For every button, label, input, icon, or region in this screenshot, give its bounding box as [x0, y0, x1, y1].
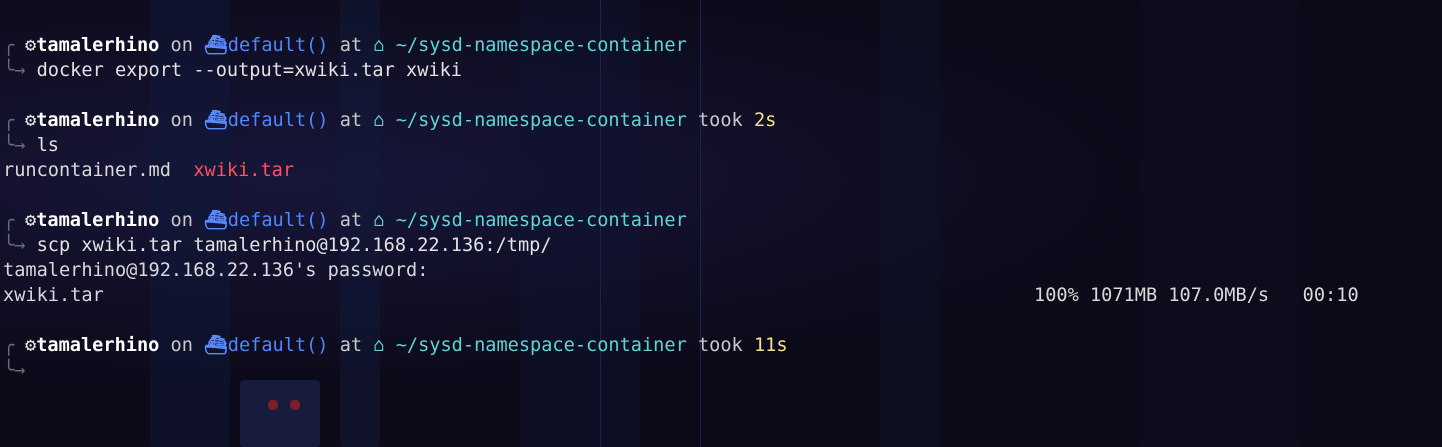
- prompt-took: took: [697, 110, 743, 131]
- prompt-path: ~/sysd-namespace-container: [395, 110, 687, 131]
- command-line: ╰→ ls: [0, 133, 1442, 158]
- command-line: ╰→ docker export --output=xwiki.tar xwik…: [0, 58, 1442, 83]
- prompt-at: at: [339, 110, 363, 131]
- ubuntu-icon: ⚙: [25, 35, 37, 56]
- prompt-user: tamalerhino: [36, 35, 160, 56]
- home-icon: ⌂: [373, 35, 385, 56]
- prompt-path: ~/sysd-namespace-container: [395, 335, 687, 356]
- prompt-context: default(): [227, 110, 329, 131]
- prompt-path: ~/sysd-namespace-container: [395, 210, 687, 231]
- prompt-corner-top: ╭: [3, 210, 15, 231]
- transfer-progress: 100% 1071MB 107.0MB/s 00:10: [1034, 285, 1359, 306]
- prompt-on: on: [170, 110, 193, 131]
- prompt-context: default(): [227, 35, 329, 56]
- archive-file-name: xwiki.tar: [193, 160, 295, 181]
- prompt-corner-bottom: ╰→: [3, 60, 26, 81]
- docker-ship-icon: ⛴: [204, 35, 228, 56]
- transfer-file-name: xwiki.tar: [3, 285, 104, 306]
- prompt-line: ╭ ⚙tamalerhino on ⛴default() at ⌂ ~/sysd-…: [0, 33, 1442, 58]
- command-text: docker export --output=xwiki.tar xwiki: [36, 60, 462, 81]
- prompt-path: ~/sysd-namespace-container: [395, 35, 687, 56]
- active-command-line[interactable]: ╰→: [0, 358, 1442, 383]
- command-text: scp xwiki.tar tamalerhino@192.168.22.136…: [36, 235, 552, 256]
- prompt-took: took: [697, 335, 743, 356]
- password-prompt-line: tamalerhino@192.168.22.136's password:: [0, 258, 1442, 283]
- home-icon: ⌂: [373, 110, 385, 131]
- prompt-user: tamalerhino: [36, 210, 160, 231]
- docker-ship-icon: ⛴: [204, 335, 228, 356]
- ubuntu-icon: ⚙: [25, 110, 37, 131]
- docker-ship-icon: ⛴: [204, 210, 228, 231]
- prompt-user: tamalerhino: [36, 110, 160, 131]
- command-text: ls: [36, 135, 59, 156]
- ubuntu-icon: ⚙: [25, 335, 37, 356]
- ubuntu-icon: ⚙: [25, 210, 37, 231]
- prompt-at: at: [339, 335, 363, 356]
- prompt-corner-top: ╭: [3, 335, 15, 356]
- prompt-context: default(): [227, 210, 329, 231]
- scp-progress-line: xwiki.tar 100% 1071MB 107.0MB/s 00:10: [0, 283, 1442, 308]
- prompt-user: tamalerhino: [36, 335, 160, 356]
- prompt-line: ╭ ⚙tamalerhino on ⛴default() at ⌂ ~/sysd-…: [0, 108, 1442, 133]
- prompt-corner-top: ╭: [3, 35, 15, 56]
- prompt-corner-top: ╭: [3, 110, 15, 131]
- ls-output-line: runcontainer.md xwiki.tar: [0, 158, 1442, 183]
- prompt-on: on: [170, 35, 193, 56]
- prompt-duration: 11s: [753, 335, 788, 356]
- prompt-on: on: [170, 210, 193, 231]
- prompt-corner-bottom: ╰→: [3, 135, 26, 156]
- home-icon: ⌂: [373, 335, 385, 356]
- prompt-corner-bottom: ╰→: [3, 360, 26, 381]
- terminal-output[interactable]: ╭ ⚙tamalerhino on ⛴default() at ⌂ ~/sysd-…: [0, 0, 1442, 447]
- prompt-context: default(): [227, 335, 329, 356]
- docker-ship-icon: ⛴: [204, 110, 228, 131]
- home-icon: ⌂: [373, 210, 385, 231]
- prompt-on: on: [170, 335, 193, 356]
- prompt-corner-bottom: ╰→: [3, 235, 26, 256]
- prompt-line: ╭ ⚙tamalerhino on ⛴default() at ⌂ ~/sysd-…: [0, 208, 1442, 233]
- prompt-duration: 2s: [753, 110, 777, 131]
- prompt-at: at: [339, 35, 363, 56]
- password-prompt: tamalerhino@192.168.22.136's password:: [3, 260, 429, 281]
- prompt-at: at: [339, 210, 363, 231]
- prompt-line: ╭ ⚙tamalerhino on ⛴default() at ⌂ ~/sysd-…: [0, 333, 1442, 358]
- file-name: runcontainer.md: [3, 160, 171, 181]
- command-line: ╰→ scp xwiki.tar tamalerhino@192.168.22.…: [0, 233, 1442, 258]
